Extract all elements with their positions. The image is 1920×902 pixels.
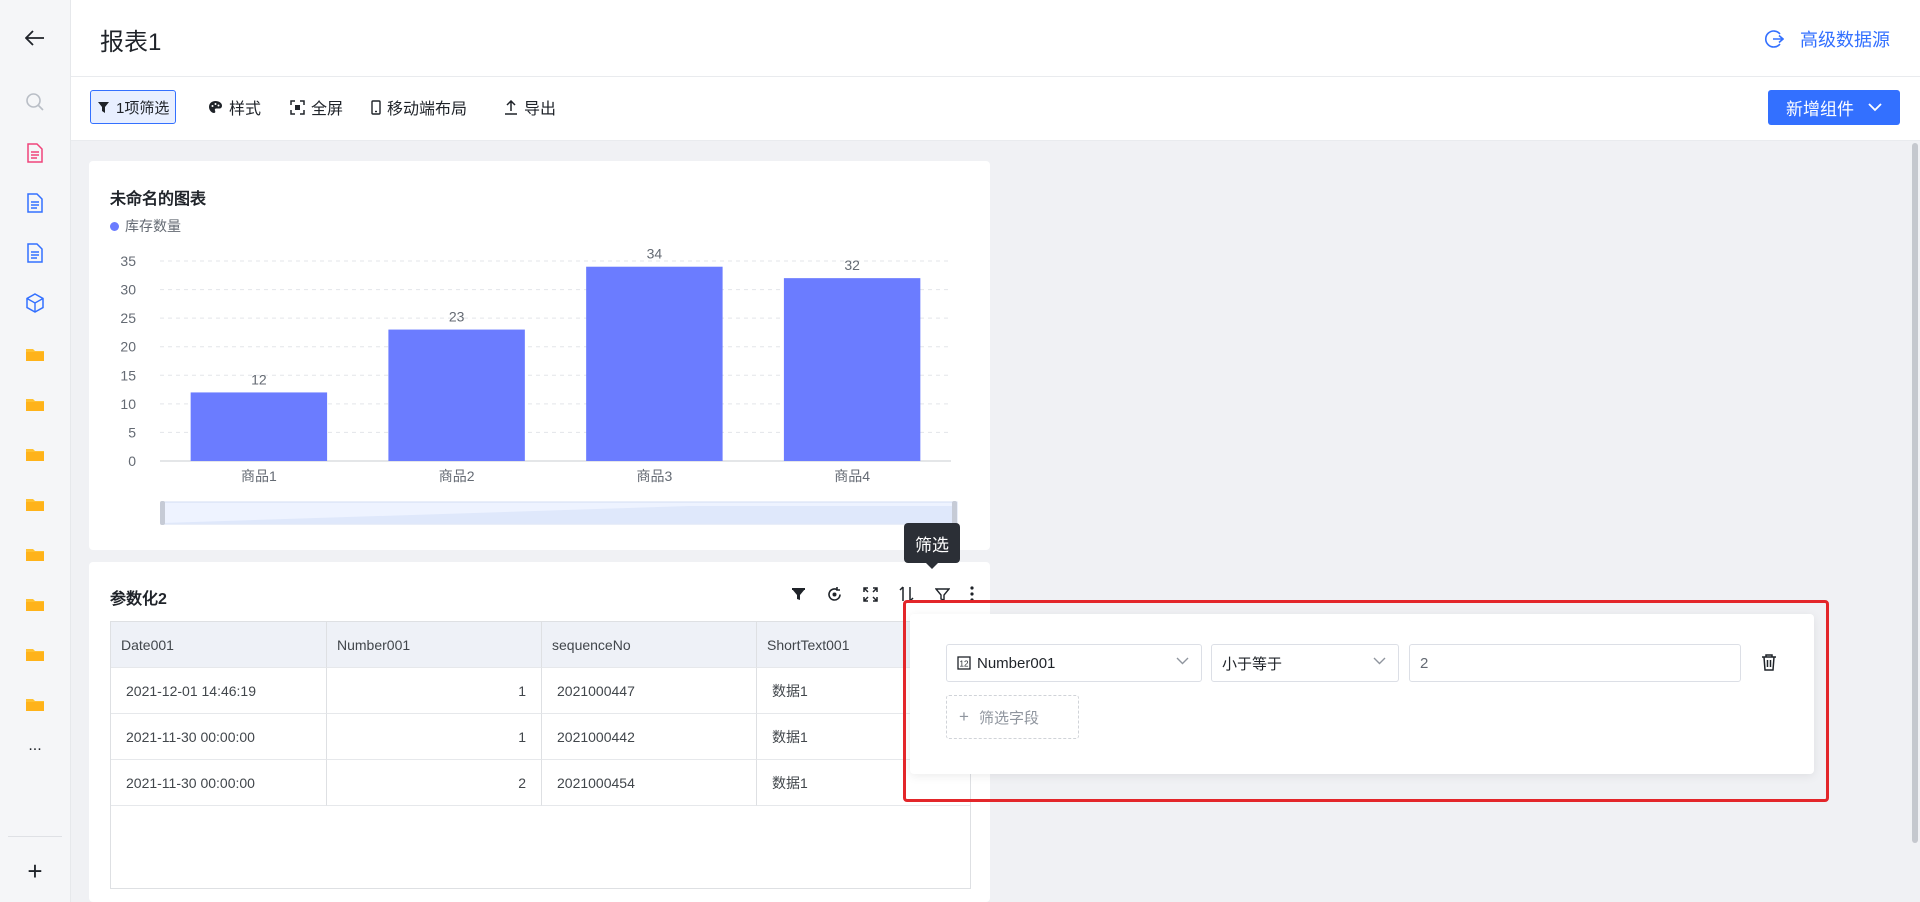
table-row[interactable]: 2021-12-01 14:46:19 1 2021000447 数据1 (111, 668, 970, 714)
folder-icon[interactable] (0, 589, 70, 619)
mobile-layout-button[interactable]: 移动端布局 (367, 90, 471, 124)
folder-icon[interactable] (0, 639, 70, 669)
y-tick-label: 15 (120, 367, 136, 383)
table-title: 参数化2 (110, 591, 167, 608)
datasource-logout-icon (1765, 30, 1784, 48)
add-button[interactable]: + (0, 856, 70, 886)
bar (783, 278, 921, 461)
table-cell: 2021000442 (542, 714, 757, 760)
page-title: 报表1 (100, 29, 162, 56)
folder-icon[interactable] (0, 339, 70, 369)
y-tick-label: 10 (120, 396, 136, 412)
highlight-box (903, 600, 1829, 802)
table-cell: 2021-11-30 00:00:00 (111, 714, 327, 760)
more-items[interactable]: ... (0, 731, 70, 761)
form-doc-icon-2[interactable] (0, 238, 70, 268)
scrollbar-thumb[interactable] (1912, 143, 1918, 843)
folder-icon[interactable] (0, 389, 70, 419)
table-cell: 2021-12-01 14:46:19 (111, 668, 327, 714)
refresh-icon[interactable] (816, 582, 852, 606)
datazoom-handle-left (160, 501, 165, 525)
column-header[interactable]: Number001 (327, 622, 542, 668)
folder-icon[interactable] (0, 689, 70, 719)
filter-button-label: 1项筛选 (116, 99, 170, 117)
x-tick-label: 商品1 (241, 468, 277, 484)
fullscreen-button[interactable]: 全屏 (286, 90, 347, 124)
bar-value-label: 32 (844, 257, 860, 273)
advanced-datasource-label: 高级数据源 (1800, 30, 1890, 50)
mobile-phone-icon (371, 99, 381, 115)
x-tick-label: 商品4 (834, 468, 870, 484)
table-cell: 2021-11-30 00:00:00 (111, 760, 327, 806)
add-component-button[interactable]: 新增组件 (1768, 90, 1900, 125)
filter-tooltip: 筛选 (904, 523, 960, 569)
fullscreen-button-label: 全屏 (311, 101, 344, 118)
column-header[interactable]: sequenceNo (542, 622, 757, 668)
vertical-scrollbar[interactable] (1910, 141, 1920, 902)
table-cell: 1 (327, 668, 542, 714)
form-doc-icon[interactable] (0, 188, 70, 218)
data-table: Date001 Number001 sequenceNo ShortText00… (110, 621, 971, 889)
table-cell: 1 (327, 714, 542, 760)
palette-icon (209, 101, 222, 113)
bar-value-label: 12 (251, 371, 267, 387)
bar-value-label: 34 (647, 246, 663, 262)
bar (388, 329, 525, 461)
folder-icon[interactable] (0, 439, 70, 469)
export-button[interactable]: 导出 (500, 90, 560, 124)
expand-icon[interactable] (852, 582, 888, 606)
x-tick-label: 商品2 (439, 468, 475, 484)
chart-bars (190, 266, 921, 461)
column-header[interactable]: Date001 (111, 622, 327, 668)
table-cell: 2 (327, 760, 542, 806)
bar (190, 392, 328, 461)
table-cell: 2021000447 (542, 668, 757, 714)
bar-value-label: 23 (449, 309, 465, 325)
y-tick-label: 5 (128, 424, 136, 440)
cube-icon[interactable] (0, 288, 70, 318)
bar-chart: 0 5 10 15 20 25 30 35 12 商品1 23 商品2 34 商品3 32 商品4 (120, 246, 958, 525)
header: 报表1 高级数据源 (71, 0, 1920, 77)
y-tick-label: 35 (120, 253, 136, 269)
table-header-row: Date001 Number001 sequenceNo ShortText00… (111, 622, 970, 668)
y-tick-label: 0 (128, 453, 136, 469)
table-cell: 2021000454 (542, 760, 757, 806)
style-button-label: 样式 (229, 101, 262, 118)
chevron-down-icon (1868, 103, 1882, 112)
advanced-datasource-link[interactable]: 高级数据源 (1764, 26, 1890, 52)
export-button-label: 导出 (524, 101, 557, 118)
style-button[interactable]: 样式 (204, 90, 265, 124)
fullscreen-icon (290, 99, 305, 115)
datazoom-handle-right (952, 501, 957, 525)
folder-icon[interactable] (0, 489, 70, 519)
funnel-fill-icon[interactable] (780, 582, 816, 606)
bar (586, 266, 723, 461)
toolbar: 1项筛选 样式 全屏 移动端布局 导出 新增组件 (71, 77, 1920, 141)
x-tick-label: 商品3 (636, 468, 672, 484)
y-tick-label: 20 (120, 339, 136, 355)
y-tick-label: 30 (120, 282, 136, 298)
filter-button[interactable]: 1项筛选 (90, 90, 177, 124)
back-arrow-icon[interactable] (0, 23, 70, 53)
mobile-layout-button-label: 移动端布局 (387, 101, 468, 118)
upload-icon (505, 99, 517, 115)
table-row[interactable]: 2021-11-30 00:00:00 2 2021000454 数据1 (111, 760, 970, 806)
report-doc-icon[interactable] (0, 138, 70, 168)
rail-divider (8, 836, 62, 837)
table-row[interactable]: 2021-11-30 00:00:00 1 2021000442 数据1 (111, 714, 970, 760)
search-icon[interactable] (0, 87, 70, 117)
y-tick-label: 25 (120, 310, 136, 326)
left-rail: ... + (0, 0, 71, 902)
folder-icon[interactable] (0, 539, 70, 569)
add-component-label: 新增组件 (1786, 100, 1854, 119)
filter-icon (98, 101, 109, 113)
